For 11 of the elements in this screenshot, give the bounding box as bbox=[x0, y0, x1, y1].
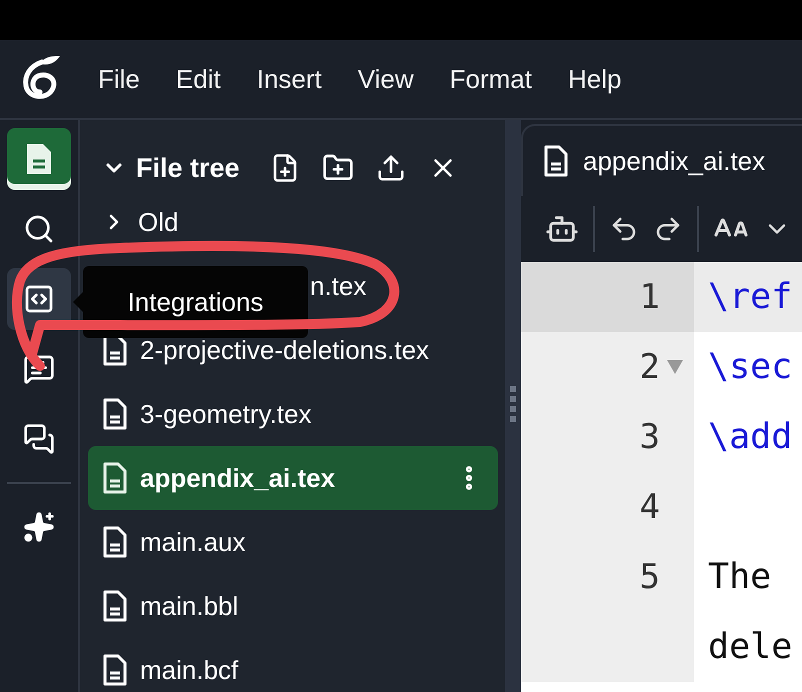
line-number: 2 bbox=[640, 347, 660, 387]
panel-title: File tree bbox=[136, 152, 240, 184]
code-text: \ref bbox=[708, 277, 792, 317]
code-text: dele bbox=[708, 627, 792, 667]
line-number: 5 bbox=[640, 557, 660, 597]
line-number: 4 bbox=[640, 487, 660, 527]
line-number: 1 bbox=[640, 277, 660, 317]
code-text: \add bbox=[708, 417, 792, 457]
code-text: The bbox=[708, 557, 772, 597]
line-number: 3 bbox=[640, 417, 660, 457]
code-text: \sec bbox=[708, 347, 792, 387]
